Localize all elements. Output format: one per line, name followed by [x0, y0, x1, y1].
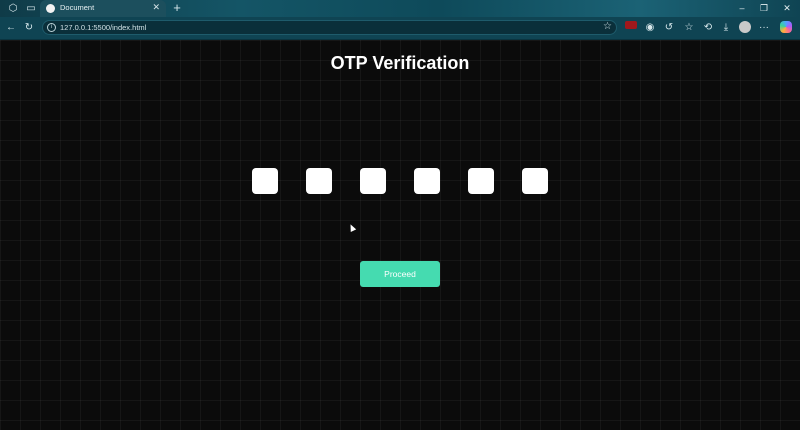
back-button[interactable]: ←	[4, 21, 18, 34]
proceed-button[interactable]: Proceed	[360, 261, 440, 287]
otp-digit-6[interactable]	[522, 168, 548, 194]
otp-digit-1[interactable]	[252, 168, 278, 194]
settings-menu-icon[interactable]: ···	[757, 21, 771, 34]
tab-actions-icon[interactable]: ▭	[24, 2, 38, 15]
address-url[interactable]: 127.0.0.1:5500/index.html	[60, 23, 146, 32]
page-content: OTP Verification Proceed	[0, 40, 800, 430]
workspaces-icon[interactable]: ⬡	[6, 2, 20, 15]
extension-eye-icon[interactable]: ◉	[643, 21, 657, 34]
browser-tab-bar: ⬡ ▭ Document ✕ + – ❐ ✕	[0, 0, 800, 17]
otp-digit-4[interactable]	[414, 168, 440, 194]
minimize-button[interactable]: –	[735, 2, 749, 15]
profile-avatar[interactable]	[739, 21, 751, 33]
page-title: OTP Verification	[330, 53, 470, 73]
otp-input-group	[252, 168, 548, 194]
favorites-icon[interactable]: ☆	[682, 21, 696, 34]
copilot-icon[interactable]	[780, 21, 792, 33]
mouse-cursor-icon	[347, 223, 357, 232]
refresh-button[interactable]: ↻	[22, 21, 36, 34]
address-bar[interactable]: i 127.0.0.1:5500/index.html ☆	[42, 20, 617, 35]
history-icon[interactable]: ⟲	[701, 21, 715, 34]
downloads-icon[interactable]: ⤓	[719, 21, 733, 34]
extension-refresh-icon[interactable]: ↺	[662, 21, 676, 34]
otp-digit-5[interactable]	[468, 168, 494, 194]
otp-digit-3[interactable]	[360, 168, 386, 194]
browser-tab[interactable]: Document ✕	[40, 0, 166, 17]
close-window-button[interactable]: ✕	[780, 2, 794, 15]
tab-title: Document	[60, 3, 95, 12]
page-favicon-icon	[46, 4, 55, 13]
tab-close-icon[interactable]: ✕	[152, 2, 160, 13]
restore-button[interactable]: ❐	[757, 2, 771, 15]
browser-toolbar: ← ↻ i 127.0.0.1:5500/index.html ☆ ◉ ↺ ☆ …	[0, 17, 800, 40]
extension-icon[interactable]	[625, 21, 637, 29]
favorite-star-icon[interactable]: ☆	[603, 21, 612, 32]
otp-digit-2[interactable]	[306, 168, 332, 194]
new-tab-button[interactable]: +	[170, 1, 184, 14]
site-info-icon[interactable]: i	[47, 23, 56, 32]
